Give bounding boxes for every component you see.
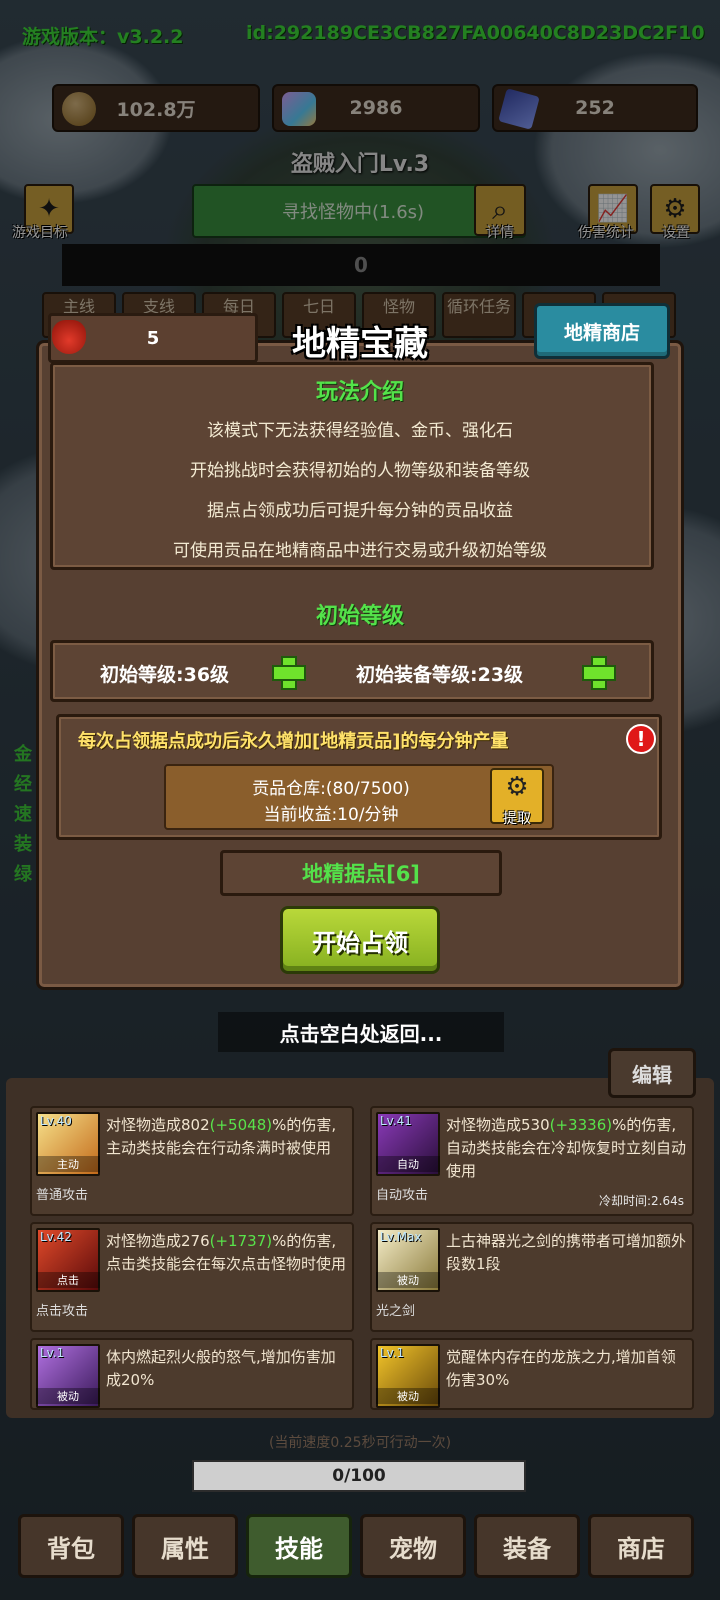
- initial-level-title: 初始等级: [315, 604, 404, 629]
- skill-card-rage[interactable]: Lv.1 被动 体内燃起烈火般的怒气,增加伤害加成20%: [30, 1338, 354, 1410]
- extract-label: 提取: [503, 811, 531, 827]
- skill-level: Lv.1: [40, 1346, 65, 1360]
- initial-equip-level-text: 初始装备等级:23级: [356, 664, 524, 686]
- tab-pets[interactable]: 宠物: [360, 1514, 466, 1578]
- tab-equipment[interactable]: 装备: [474, 1514, 580, 1578]
- skill-card-light-sword[interactable]: Lv.Max 被动 光之剑 上古神器光之剑的携带者可增加额外段数1段: [370, 1222, 694, 1332]
- skill-type: 点击: [36, 1272, 100, 1288]
- skill-description: 对怪物造成276(+1737)%的伤害,点击类技能会在每次点击怪物时使用: [106, 1232, 347, 1273]
- tab-backpack[interactable]: 背包: [18, 1514, 124, 1578]
- goblin-shop-button[interactable]: 地精商店: [534, 303, 670, 359]
- skill-type: 被动: [36, 1388, 100, 1404]
- skill-card-dragon-power[interactable]: Lv.1 被动 觉醒体内存在的龙族之力,增加首领伤害30%: [370, 1338, 694, 1410]
- intro-line: 据点占领成功后可提升每分钟的贡品收益: [207, 501, 513, 521]
- tab-attributes[interactable]: 属性: [132, 1514, 238, 1578]
- skill-card-normal-attack[interactable]: Lv.40 主动 普通攻击 对怪物造成802(+5048)%的伤害,主动类技能会…: [30, 1106, 354, 1216]
- skill-name: 普通攻击: [36, 1188, 89, 1203]
- tribute-notice: 每次占领据点成功后永久增加[地精贡品]的每分钟产量: [78, 731, 509, 752]
- start-occupy-button[interactable]: 开始占领: [280, 906, 440, 974]
- tab-shop[interactable]: 商店: [588, 1514, 694, 1578]
- alert-icon[interactable]: !: [626, 724, 656, 754]
- goblin-stronghold-label: 地精据点[6]: [220, 850, 502, 896]
- skill-level: Lv.41: [380, 1114, 412, 1128]
- skill-level: Lv.1: [380, 1346, 405, 1360]
- action-speed-text: (当前速度0.25秒可行动一次): [268, 1435, 452, 1451]
- cooldown-text: 冷却时间:2.64s: [598, 1194, 684, 1208]
- skill-level: Lv.40: [40, 1114, 72, 1128]
- skill-description: 体内燃起烈火般的怒气,增加伤害加成20%: [106, 1348, 336, 1389]
- upgrade-level-plus-icon[interactable]: [270, 654, 306, 690]
- initial-level-text: 初始等级:36级: [100, 664, 230, 686]
- edit-skills-button[interactable]: 编辑: [608, 1048, 696, 1098]
- back-hint: 点击空白处返回...: [218, 1012, 504, 1052]
- skill-description: 对怪物造成530(+3336)%的伤害,自动类技能会在冷却恢复时立刻自动使用: [446, 1116, 687, 1180]
- intro-line: 该模式下无法获得经验值、金币、强化石: [207, 421, 513, 441]
- skill-level: Lv.Max: [380, 1230, 422, 1244]
- skill-card-click-attack[interactable]: Lv.42 点击 点击攻击 对怪物造成276(+1737)%的伤害,点击类技能会…: [30, 1222, 354, 1332]
- skill-name: 光之剑: [376, 1304, 416, 1319]
- intro-line: 可使用贡品在地精商品中进行交易或升级初始等级: [173, 541, 547, 561]
- skill-description: 觉醒体内存在的龙族之力,增加首领伤害30%: [446, 1348, 676, 1389]
- intro-line: 开始挑战时会获得初始的人物等级和装备等级: [190, 461, 530, 481]
- skill-card-auto-attack[interactable]: Lv.41 自动 自动攻击 对怪物造成530(+3336)%的伤害,自动类技能会…: [370, 1106, 694, 1216]
- skill-type: 被动: [376, 1272, 440, 1288]
- gear-icon: ⚙: [505, 772, 529, 802]
- skill-type: 自动: [376, 1156, 440, 1172]
- upgrade-equip-plus-icon[interactable]: [580, 654, 616, 690]
- skill-type: 主动: [36, 1156, 100, 1172]
- action-progress-bar: 0/100: [192, 1460, 526, 1492]
- skill-name: 点击攻击: [36, 1304, 89, 1319]
- skill-description: 上古神器光之剑的携带者可增加额外段数1段: [446, 1232, 687, 1273]
- bottom-nav: 背包 属性 技能 宠物 装备 商店: [18, 1514, 694, 1578]
- skill-level: Lv.42: [40, 1230, 72, 1244]
- skill-description: 对怪物造成802(+5048)%的伤害,主动类技能会在行动条满时被使用: [106, 1116, 337, 1157]
- warehouse-text: 贡品仓库:(80/7500): [252, 779, 410, 799]
- intro-title: 玩法介绍: [315, 380, 404, 405]
- skill-type: 被动: [376, 1388, 440, 1404]
- action-progress-text: 0/100: [332, 1466, 386, 1486]
- skill-name: 自动攻击: [376, 1188, 429, 1203]
- tab-skills[interactable]: 技能: [246, 1514, 352, 1578]
- income-text: 当前收益:10/分钟: [263, 805, 399, 825]
